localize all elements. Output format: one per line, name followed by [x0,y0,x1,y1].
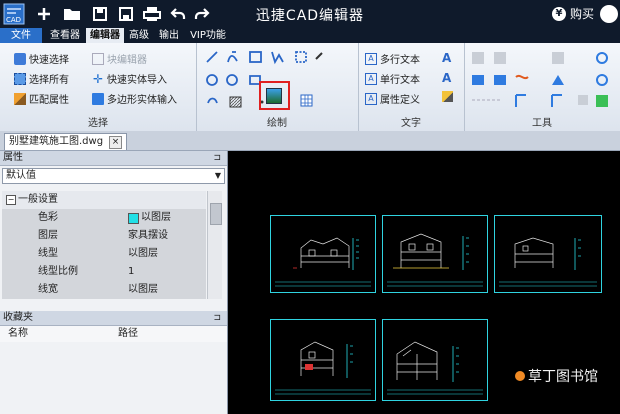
group-label-tools: 工具 [532,118,552,129]
pencil-icon[interactable] [442,91,453,102]
chevron-down-icon: ▼ [214,171,221,180]
plus-icon: ✛ [92,71,104,86]
yen-icon: ¥ [551,6,566,21]
column-name[interactable]: 名称 [8,326,28,342]
property-row-lineweight[interactable]: 线宽 以图层 [2,281,206,299]
polygon-icon [92,92,104,105]
user-avatar[interactable] [600,5,618,23]
ribbon: 快速选择 选择所有 匹配属性 块编辑器 ✛ 快速实体导入 多边形实体输入 选择 绘… [0,43,620,132]
brush-icon [14,92,26,105]
front-elevation-drawing [275,237,371,287]
text-edit-icon[interactable]: A [442,71,456,85]
mtext-button[interactable]: A 多行文本 [365,51,420,66]
mtext-icon: A [365,52,377,65]
section-label: 一般设置 [18,194,58,205]
pin-icon[interactable]: ⊐ [213,311,221,325]
close-icon[interactable]: × [109,135,123,149]
polygon-entity-input-button[interactable]: 多边形实体输入 [92,91,177,106]
stext-icon: A [365,72,377,85]
app-title: 迅捷CAD编辑器 [255,8,365,24]
quick-select-icon [14,52,26,65]
property-value: 以图层 [128,209,171,227]
tools-icons [472,52,608,107]
property-key: 色彩 [38,212,58,223]
property-key: 线型比例 [38,266,78,277]
left-panel: 属性 ⊐ 默认值 ▼ − 一般设置 色彩 以图层 图层 家具摆设 线型 以图层 … [0,151,228,414]
buy-label: 购买 [569,7,594,21]
menu-editor[interactable]: 编辑器 [86,28,124,43]
property-key: 线宽 [38,284,58,295]
property-value-text: 以图层 [141,212,171,223]
ribbon-group-select: 快速选择 选择所有 匹配属性 块编辑器 ✛ 快速实体导入 多边形实体输入 选择 [0,43,197,131]
ribbon-group-draw: 绘制 [196,43,359,131]
properties-title: 属性 [3,152,23,163]
combo-value: 默认值 [6,170,36,181]
select-all-icon [14,72,26,85]
drawing-sheet[interactable] [382,215,488,293]
menu-advanced[interactable]: 高级 [126,28,152,43]
buy-button[interactable]: ¥ 购买 [551,5,594,22]
scrollbar-thumb[interactable] [210,203,222,225]
match-props-button[interactable]: 匹配属性 [14,91,69,106]
ribbon-group-text: A 多行文本 A 单行文本 A 属性定义 A A 文字 [358,43,465,131]
favorites-title: 收藏夹 [3,312,33,323]
property-scrollbar[interactable] [207,191,222,299]
rear-elevation-drawing [499,237,597,287]
property-key: 线型 [38,248,58,259]
property-row-layer[interactable]: 图层 家具摆设 [2,227,206,245]
menu-vip[interactable]: VIP功能 [186,28,230,43]
quick-select-button[interactable]: 快速选择 [14,51,69,66]
menu-viewer[interactable]: 查看器 [46,28,84,43]
properties-header: 属性 ⊐ [0,151,227,166]
property-value: 以图层 [128,284,158,295]
collapse-icon[interactable]: − [6,195,16,205]
favorites-panel: 收藏夹 ⊐ 名称 路径 [0,311,227,342]
property-key: 图层 [38,230,58,241]
stext-button[interactable]: A 单行文本 [365,71,420,86]
drawing-sheet[interactable] [270,319,376,401]
group-label-draw: 绘制 [267,118,287,129]
text-style-icon[interactable]: A [442,51,456,65]
document-tab[interactable]: 别墅建筑施工图.dwg × [4,133,128,150]
favorites-columns: 名称 路径 [0,326,227,342]
group-label-select: 选择 [88,118,108,129]
drawing-sheet[interactable] [494,215,602,293]
menu-file[interactable]: 文件 [0,28,42,43]
property-value: 1 [128,266,135,277]
properties-combo[interactable]: 默认值 ▼ [2,168,225,184]
favorites-header: 收藏夹 ⊐ [0,311,227,326]
attdef-icon: A [365,92,377,105]
document-tab-bar: 别墅建筑施工图.dwg × [0,131,620,151]
block-editor-icon [92,52,104,65]
property-value: 家具摆设 [128,230,168,241]
property-row-linescale[interactable]: 线型比例 1 [2,263,206,281]
section-a-drawing [275,341,371,395]
property-row-linetype[interactable]: 线型 以图层 [2,245,206,263]
watermark-text: 草丁图书馆 [528,369,598,385]
watermark: 草丁图书馆 [515,366,598,386]
column-path[interactable]: 路径 [118,326,138,342]
highlight-box [259,81,290,110]
ribbon-group-tools: 工具 [464,43,620,131]
menu-bar: 文件 查看器 编辑器 高级 输出 VIP功能 [0,28,620,43]
section-row[interactable]: − 一般设置 [2,191,206,209]
group-label-text: 文字 [401,118,421,129]
property-grid: − 一般设置 色彩 以图层 图层 家具摆设 线型 以图层 线型比例 1 线宽 以… [2,191,206,299]
menu-output[interactable]: 输出 [156,28,182,43]
property-value: 以图层 [128,248,158,259]
attdef-button[interactable]: A 属性定义 [365,91,420,106]
watermark-logo-icon [515,371,525,381]
side-elevation-drawing [387,233,483,287]
document-tab-label: 别墅建筑施工图.dwg [9,136,104,147]
color-swatch [128,212,139,224]
block-editor-button[interactable]: 块编辑器 [92,51,147,66]
select-all-button[interactable]: 选择所有 [14,71,69,86]
drawing-sheet[interactable] [382,319,488,401]
title-bar: CAD 迅捷CAD编辑器 ¥ 购买 [0,0,620,28]
section-b-drawing [387,341,483,395]
drawing-sheet[interactable] [270,215,376,293]
property-row-color[interactable]: 色彩 以图层 [2,209,206,227]
quick-entity-import-button[interactable]: ✛ 快速实体导入 [92,71,167,87]
pin-icon[interactable]: ⊐ [213,151,221,165]
